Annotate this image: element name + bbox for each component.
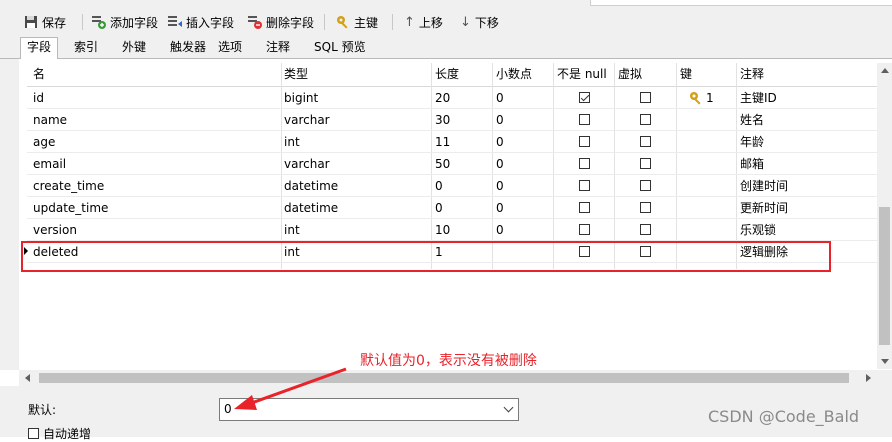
watermark: CSDN @Code_Bald [708, 407, 860, 426]
annotation-arrow [234, 367, 347, 410]
annotation-text: 默认值为0，表示没有被删除 [360, 353, 537, 369]
